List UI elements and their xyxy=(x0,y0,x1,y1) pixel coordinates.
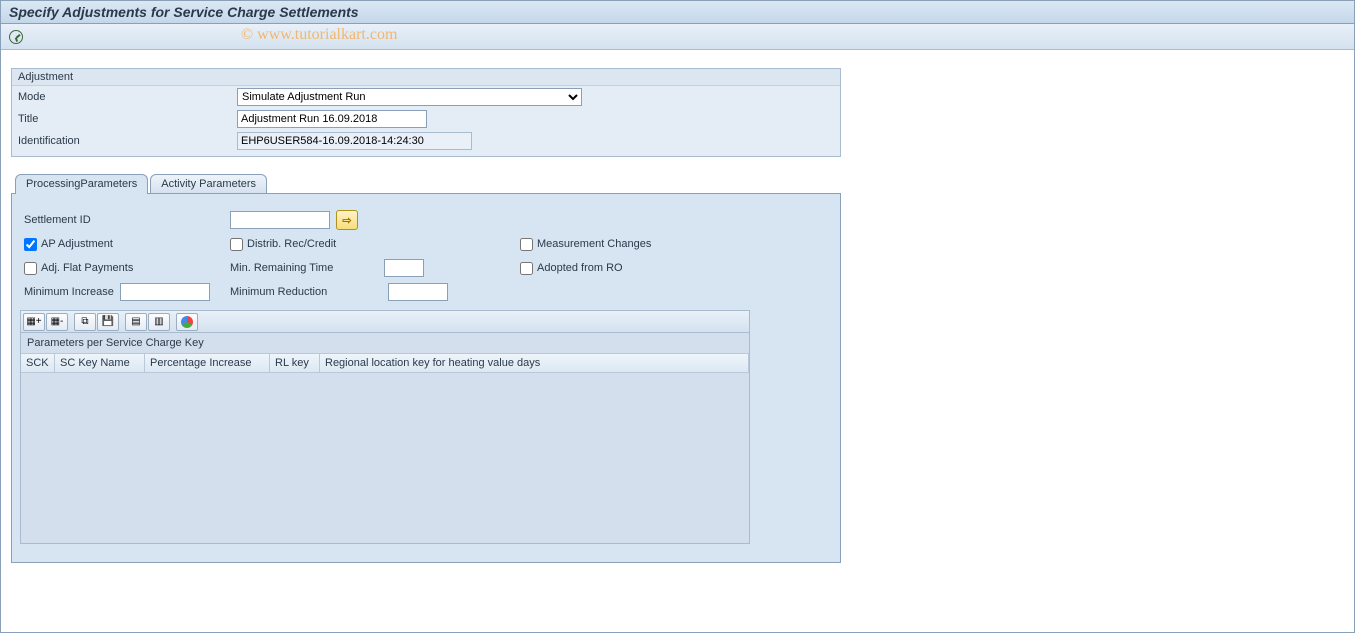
save-layout-button[interactable]: 💾 xyxy=(97,313,119,331)
minimum-increase-label: Minimum Increase xyxy=(24,286,114,298)
settlement-id-label: Settlement ID xyxy=(24,214,91,226)
col-regional-location-key[interactable]: Regional location key for heating value … xyxy=(320,354,749,372)
layout-icon: ▤ xyxy=(131,316,140,327)
change-layout-button[interactable]: ▥ xyxy=(148,313,170,331)
col-percentage-increase[interactable]: Percentage Increase xyxy=(145,354,270,372)
alv-grid: ▦+ ▦- ⧉ 💾 ▤ ▥ Parameters per Service Cha… xyxy=(20,310,750,544)
arrow-right-icon: ⇨ xyxy=(342,214,351,227)
col-sc-key-name[interactable]: SC Key Name xyxy=(55,354,145,372)
ap-adjustment-label: AP Adjustment xyxy=(41,238,113,250)
chart-icon xyxy=(181,316,193,328)
title-input[interactable] xyxy=(237,110,427,128)
tab-strip: ProcessingParameters Activity Parameters… xyxy=(11,171,841,563)
alv-caption: Parameters per Service Charge Key xyxy=(21,333,749,354)
layout-edit-icon: ▥ xyxy=(154,316,163,327)
col-rl-key[interactable]: RL key xyxy=(270,354,320,372)
measurement-changes-label: Measurement Changes xyxy=(537,238,651,250)
min-remaining-time-input[interactable] xyxy=(384,259,424,277)
page-title: Specify Adjustments for Service Charge S… xyxy=(9,4,359,20)
min-remaining-time-label: Min. Remaining Time xyxy=(230,262,380,274)
mode-select[interactable]: Simulate Adjustment Run xyxy=(237,88,582,106)
settlement-id-input[interactable] xyxy=(230,211,330,229)
delete-row-icon: ▦- xyxy=(51,316,64,327)
insert-row-icon: ▦+ xyxy=(26,316,41,327)
execute-icon[interactable] xyxy=(9,30,23,44)
export-button[interactable]: ⧉ xyxy=(74,313,96,331)
distrib-rec-credit-label: Distrib. Rec/Credit xyxy=(247,238,336,250)
delete-row-button[interactable]: ▦- xyxy=(46,313,68,331)
title-bar: Specify Adjustments for Service Charge S… xyxy=(1,1,1354,24)
ap-adjustment-checkbox[interactable] xyxy=(24,238,37,251)
col-sck[interactable]: SCK xyxy=(21,354,55,372)
insert-row-button[interactable]: ▦+ xyxy=(23,313,45,331)
identification-field xyxy=(237,132,472,150)
alv-toolbar: ▦+ ▦- ⧉ 💾 ▤ ▥ xyxy=(21,311,749,333)
export-icon: ⧉ xyxy=(81,316,88,327)
adjustment-group-title: Adjustment xyxy=(12,69,840,86)
app-toolbar: © www.tutorialkart.com xyxy=(1,24,1354,50)
tab-row: ProcessingParameters Activity Parameters xyxy=(15,171,841,193)
title-label: Title xyxy=(12,113,237,125)
mode-label: Mode xyxy=(12,91,237,103)
minimum-reduction-input[interactable] xyxy=(388,283,448,301)
tab-activity-parameters[interactable]: Activity Parameters xyxy=(150,174,267,193)
graphic-button[interactable] xyxy=(176,313,198,331)
identification-label: Identification xyxy=(12,135,237,147)
adj-flat-payments-label: Adj. Flat Payments xyxy=(41,262,133,274)
tab-processing-parameters[interactable]: ProcessingParameters xyxy=(15,174,148,193)
distrib-rec-credit-checkbox[interactable] xyxy=(230,238,243,251)
minimum-increase-input[interactable] xyxy=(120,283,210,301)
adjustment-group: Adjustment Mode Simulate Adjustment Run … xyxy=(11,68,841,157)
tab-body: Settlement ID ⇨ AP Adjustment Dis xyxy=(11,193,841,563)
alv-header-row: SCK SC Key Name Percentage Increase RL k… xyxy=(21,354,749,373)
adopted-from-ro-checkbox[interactable] xyxy=(520,262,533,275)
measurement-changes-checkbox[interactable] xyxy=(520,238,533,251)
body-area: Adjustment Mode Simulate Adjustment Run … xyxy=(1,50,1354,581)
adopted-from-ro-label: Adopted from RO xyxy=(537,262,623,274)
choose-layout-button[interactable]: ▤ xyxy=(125,313,147,331)
alv-body[interactable] xyxy=(21,373,749,543)
watermark-text: © www.tutorialkart.com xyxy=(241,26,397,44)
app-window: Specify Adjustments for Service Charge S… xyxy=(0,0,1355,633)
multiple-selection-button[interactable]: ⇨ xyxy=(336,210,358,230)
save-icon: 💾 xyxy=(102,316,114,327)
adj-flat-payments-checkbox[interactable] xyxy=(24,262,37,275)
minimum-reduction-label: Minimum Reduction xyxy=(230,286,380,298)
